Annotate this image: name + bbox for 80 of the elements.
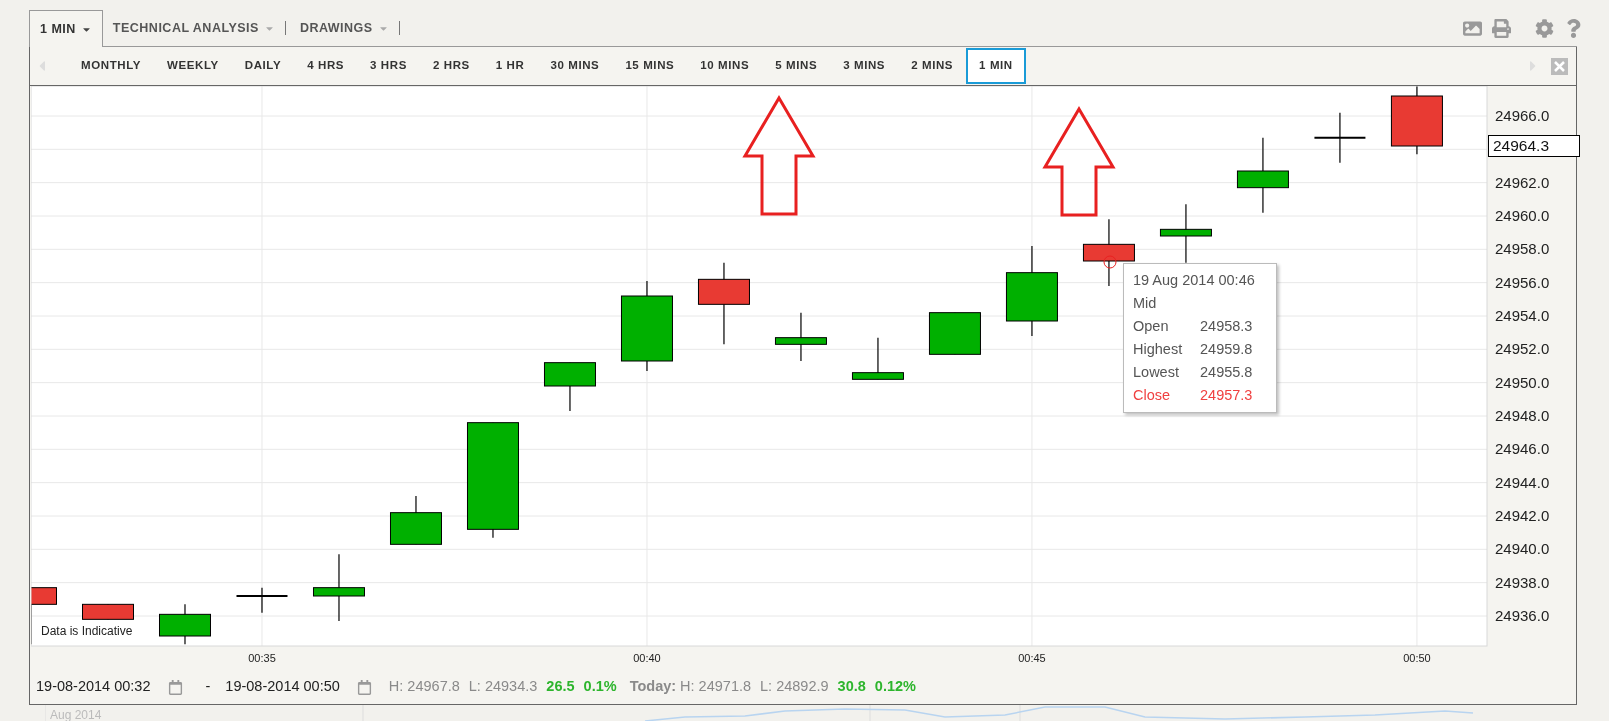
interval-tab[interactable]: 2 MINS <box>898 48 967 84</box>
candle[interactable] <box>235 587 289 614</box>
menu-tab[interactable]: 1 MIN <box>30 11 102 47</box>
x-axis-label: 00:40 <box>633 652 661 664</box>
candle[interactable] <box>1082 218 1135 287</box>
interval-tab[interactable]: 4 HRS <box>294 48 358 84</box>
start-date: 19-08-2014 00:32 <box>36 677 151 697</box>
interval-tab[interactable]: 15 MINS <box>612 48 688 84</box>
tooltip-label: Highest <box>1133 340 1184 359</box>
y-axis-label: 24956.0 <box>1495 273 1550 291</box>
tooltip-label: Lowest <box>1133 363 1180 382</box>
y-axis-label: 24952.0 <box>1495 340 1550 358</box>
stat-value: H: 24967.8 <box>388 677 460 697</box>
menu-tab[interactable]: TECHNICAL ANALYSIS <box>102 10 285 46</box>
candle[interactable] <box>774 312 827 362</box>
candle[interactable] <box>1313 112 1367 164</box>
y-axis-label: 24958.0 <box>1495 240 1550 258</box>
tooltip-value: 24958.3 <box>1200 317 1253 336</box>
tooltip-value: 24955.8 <box>1200 363 1253 382</box>
interval-tab[interactable]: DAILY <box>231 48 295 84</box>
stat-value: L: 24892.9 <box>760 677 829 697</box>
stat-value: H: 24971.8 <box>680 677 752 697</box>
end-date: 19-08-2014 00:50 <box>225 677 340 697</box>
stat-value: 0.12% <box>874 677 916 697</box>
interval-tab[interactable]: WEEKLY <box>154 48 232 84</box>
tooltip-date: 19 Aug 2014 00:46 <box>1133 271 1256 290</box>
interval-tab[interactable]: 1 MIN <box>966 48 1026 84</box>
x-axis-label: 00:35 <box>248 652 276 664</box>
price-label: 24964.3 <box>1488 135 1580 157</box>
candle[interactable] <box>543 362 596 412</box>
candle[interactable] <box>313 553 365 622</box>
y-axis-label: 24944.0 <box>1495 473 1550 491</box>
candle[interactable] <box>467 422 519 539</box>
y-axis-label: 24962.0 <box>1495 173 1550 191</box>
x-axis-label: 00:50 <box>1403 652 1431 664</box>
candle[interactable] <box>159 603 211 645</box>
calendar-icon[interactable] <box>356 679 372 695</box>
y-axis-label: 24942.0 <box>1495 507 1550 524</box>
tooltip-label: Open <box>1133 317 1170 336</box>
y-axis-label: 24940.0 <box>1495 540 1550 558</box>
candle[interactable] <box>851 337 904 380</box>
y-axis-label: 24966.0 <box>1495 107 1550 124</box>
y-axis-label: 24946.0 <box>1495 440 1550 458</box>
candle[interactable] <box>82 603 134 620</box>
y-axis-label: 24960.0 <box>1495 207 1550 224</box>
date-separator: - <box>205 677 211 697</box>
interval-tab[interactable]: 2 HRS <box>419 48 483 84</box>
x-axis-label: 00:45 <box>1018 652 1046 664</box>
interval-tab[interactable]: 30 MINS <box>537 48 613 84</box>
y-axis-label: 24938.0 <box>1495 573 1550 591</box>
candle[interactable] <box>697 262 750 345</box>
y-axis-label: 24948.0 <box>1495 407 1550 424</box>
interval-tab[interactable]: 10 MINS <box>687 48 763 84</box>
stat-value: L: 24934.3 <box>468 677 538 697</box>
stat-value: 0.1% <box>583 677 617 697</box>
candle[interactable] <box>1159 203 1212 264</box>
stat-value: 30.8 <box>837 677 866 697</box>
hover-marker <box>1103 255 1117 269</box>
candle[interactable] <box>928 312 981 355</box>
y-axis-label: 24954.0 <box>1495 307 1550 324</box>
stat-value: 26.5 <box>546 677 575 697</box>
candle[interactable] <box>1005 245 1058 337</box>
y-axis-label: 24950.0 <box>1495 373 1550 391</box>
menu-tab[interactable]: DRAWINGS <box>289 10 399 46</box>
candle[interactable] <box>1390 86 1443 155</box>
candle[interactable] <box>620 280 673 372</box>
y-axis-label: 24936.0 <box>1495 607 1550 624</box>
interval-tab[interactable]: 3 MINS <box>830 48 899 84</box>
interval-tab[interactable]: 3 HRS <box>357 48 420 84</box>
today-label: Today: <box>629 677 677 697</box>
candle[interactable] <box>390 495 442 545</box>
tooltip-value: 24959.8 <box>1200 340 1253 359</box>
tooltip-subtitle: Mid <box>1133 294 1158 313</box>
interval-tab[interactable]: 5 MINS <box>762 48 831 84</box>
interval-tab[interactable]: MONTHLY <box>68 48 154 84</box>
tooltip-label: Close <box>1133 386 1172 405</box>
tooltip-value: 24957.3 <box>1200 386 1253 405</box>
interval-tab[interactable]: 1 HR <box>482 48 538 84</box>
candle[interactable] <box>1236 137 1289 214</box>
calendar-icon[interactable] <box>167 679 183 695</box>
